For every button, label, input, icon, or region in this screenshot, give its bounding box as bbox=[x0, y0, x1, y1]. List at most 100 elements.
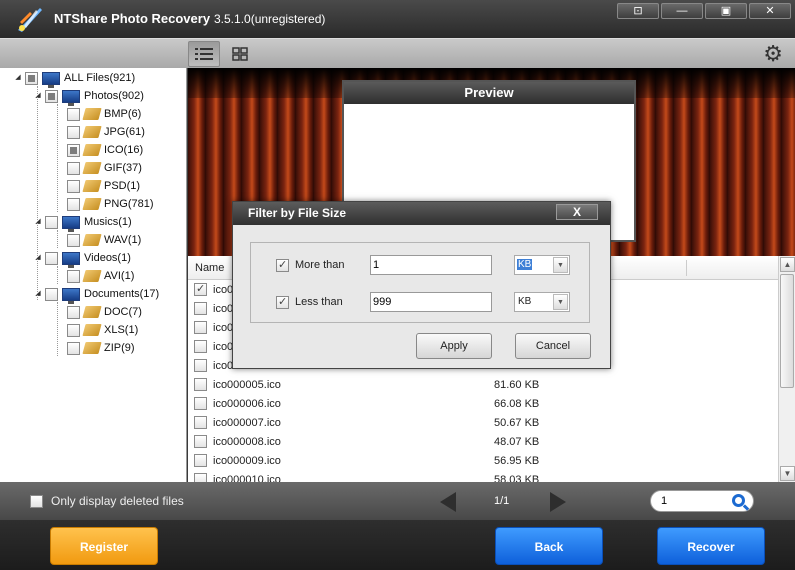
tree-item-label: Musics(1) bbox=[84, 216, 132, 228]
file-checkbox[interactable] bbox=[194, 378, 207, 391]
search-icon[interactable] bbox=[732, 494, 745, 507]
tree-item[interactable]: XLS(1) bbox=[56, 321, 138, 339]
back-button[interactable]: Back bbox=[495, 527, 603, 565]
tree-item[interactable]: PNG(781) bbox=[56, 195, 154, 213]
page-search-box bbox=[650, 490, 754, 512]
tag-icon bbox=[82, 234, 102, 246]
more-than-row: More than bbox=[276, 255, 373, 275]
tree-checkbox[interactable] bbox=[67, 341, 80, 355]
tree-checkbox[interactable] bbox=[67, 125, 80, 139]
apply-button[interactable]: Apply bbox=[416, 333, 492, 359]
maximize-button[interactable]: ▣ bbox=[705, 3, 747, 19]
tree-checkbox[interactable] bbox=[45, 215, 58, 229]
tree-checkbox[interactable] bbox=[67, 107, 80, 121]
tree-item-label: WAV(1) bbox=[104, 234, 142, 246]
tree-checkbox[interactable] bbox=[67, 269, 80, 283]
file-checkbox[interactable] bbox=[194, 397, 207, 410]
tree-item-label: GIF(37) bbox=[104, 162, 142, 174]
only-deleted-option[interactable]: Only display deleted files bbox=[30, 494, 184, 508]
file-checkbox[interactable] bbox=[194, 302, 207, 315]
tree-item[interactable]: ICO(16) bbox=[56, 141, 143, 159]
more-than-checkbox[interactable] bbox=[276, 258, 289, 272]
only-deleted-checkbox[interactable] bbox=[30, 494, 43, 508]
toolbar: ⚙ bbox=[0, 38, 795, 68]
expand-arrow-icon[interactable]: ◢ bbox=[34, 254, 42, 262]
file-row[interactable]: ico000008.ico 48.07 KB bbox=[194, 432, 774, 451]
computer-icon bbox=[62, 215, 80, 232]
file-checkbox[interactable] bbox=[194, 416, 207, 429]
cancel-button[interactable]: Cancel bbox=[515, 333, 591, 359]
tree-checkbox[interactable] bbox=[45, 89, 58, 103]
previous-page-icon[interactable] bbox=[440, 492, 456, 512]
tree-checkbox[interactable] bbox=[67, 179, 80, 193]
tree-checkbox[interactable] bbox=[45, 287, 58, 301]
thumbnail-view-button[interactable] bbox=[224, 41, 256, 67]
tree-item[interactable]: ◢ Videos(1) bbox=[34, 249, 131, 268]
file-row[interactable]: ico000009.ico 56.95 KB bbox=[194, 451, 774, 470]
tree-item[interactable]: GIF(37) bbox=[56, 159, 142, 177]
scroll-up-icon[interactable]: ▲ bbox=[780, 257, 795, 272]
file-checkbox[interactable] bbox=[194, 282, 207, 296]
file-checkbox[interactable] bbox=[194, 454, 207, 467]
tree-item[interactable]: DOC(7) bbox=[56, 303, 142, 321]
tree-checkbox[interactable] bbox=[67, 233, 80, 247]
tree-item[interactable]: JPG(61) bbox=[56, 123, 145, 141]
scroll-down-icon[interactable]: ▼ bbox=[780, 466, 795, 481]
next-page-icon[interactable] bbox=[550, 492, 566, 512]
expand-arrow-icon[interactable]: ◢ bbox=[14, 74, 22, 82]
dropdown-arrow-icon[interactable]: ▼ bbox=[553, 257, 568, 273]
tree-item[interactable]: ◢ Photos(902) bbox=[34, 87, 144, 106]
tree-item-label: JPG(61) bbox=[104, 126, 145, 138]
file-checkbox[interactable] bbox=[194, 359, 207, 372]
dialog-title: Filter by File Size bbox=[248, 206, 347, 220]
expand-arrow-icon[interactable]: ◢ bbox=[34, 218, 42, 226]
tree-checkbox[interactable] bbox=[67, 143, 80, 157]
column-name-header[interactable]: Name bbox=[195, 262, 224, 274]
grid-view-icon bbox=[232, 47, 248, 61]
tree-item[interactable]: ◢ Documents(17) bbox=[34, 285, 159, 304]
file-row[interactable]: ico000005.ico 81.60 KB bbox=[194, 375, 774, 394]
file-row[interactable]: ico000006.ico 66.08 KB bbox=[194, 394, 774, 413]
tag-icon bbox=[82, 306, 102, 318]
tree-checkbox[interactable] bbox=[45, 251, 58, 265]
list-view-button[interactable] bbox=[188, 41, 220, 67]
register-button[interactable]: Register bbox=[50, 527, 158, 565]
page-input[interactable] bbox=[661, 494, 727, 508]
expand-arrow-icon[interactable]: ◢ bbox=[34, 92, 42, 100]
settings-gear-icon[interactable]: ⚙ bbox=[763, 42, 783, 66]
tree-checkbox[interactable] bbox=[67, 197, 80, 211]
file-checkbox[interactable] bbox=[194, 321, 207, 334]
tree-item-label: Videos(1) bbox=[84, 252, 131, 264]
recover-button[interactable]: Recover bbox=[657, 527, 765, 565]
computer-icon bbox=[62, 251, 80, 268]
tree-item[interactable]: ◢ Musics(1) bbox=[34, 213, 132, 232]
dropdown-arrow-icon[interactable]: ▼ bbox=[553, 294, 568, 310]
tree-checkbox[interactable] bbox=[67, 161, 80, 175]
tree-item[interactable]: AVI(1) bbox=[56, 267, 134, 285]
more-than-input[interactable] bbox=[370, 255, 492, 275]
tree-item[interactable]: BMP(6) bbox=[56, 105, 141, 123]
close-button[interactable]: ✕ bbox=[749, 3, 791, 19]
expand-arrow-icon[interactable]: ◢ bbox=[34, 290, 42, 298]
window-controls: ⊡ — ▣ ✕ bbox=[617, 3, 791, 19]
file-checkbox[interactable] bbox=[194, 340, 207, 353]
scroll-thumb[interactable] bbox=[780, 274, 794, 388]
less-than-checkbox[interactable] bbox=[276, 295, 289, 309]
tree-item[interactable]: PSD(1) bbox=[56, 177, 140, 195]
tree-checkbox[interactable] bbox=[67, 305, 80, 319]
file-checkbox[interactable] bbox=[194, 435, 207, 448]
restore-icon-button[interactable]: ⊡ bbox=[617, 3, 659, 19]
tree-item[interactable]: ◢ ALL Files(921) bbox=[14, 69, 135, 88]
tree-item[interactable]: ZIP(9) bbox=[56, 339, 135, 357]
less-than-unit-select[interactable]: KB ▼ bbox=[514, 292, 570, 312]
file-row[interactable]: ico000007.ico 50.67 KB bbox=[194, 413, 774, 432]
tree-checkbox[interactable] bbox=[67, 323, 80, 337]
minimize-button[interactable]: — bbox=[661, 3, 703, 19]
less-than-input[interactable] bbox=[370, 292, 492, 312]
vertical-scrollbar[interactable]: ▲ ▼ bbox=[778, 256, 795, 482]
dialog-close-button[interactable]: X bbox=[556, 204, 598, 220]
tree-checkbox[interactable] bbox=[25, 71, 38, 85]
more-than-unit-select[interactable]: KB ▼ bbox=[514, 255, 570, 275]
tree-item[interactable]: WAV(1) bbox=[56, 231, 141, 249]
tree-item-label: XLS(1) bbox=[104, 324, 139, 336]
